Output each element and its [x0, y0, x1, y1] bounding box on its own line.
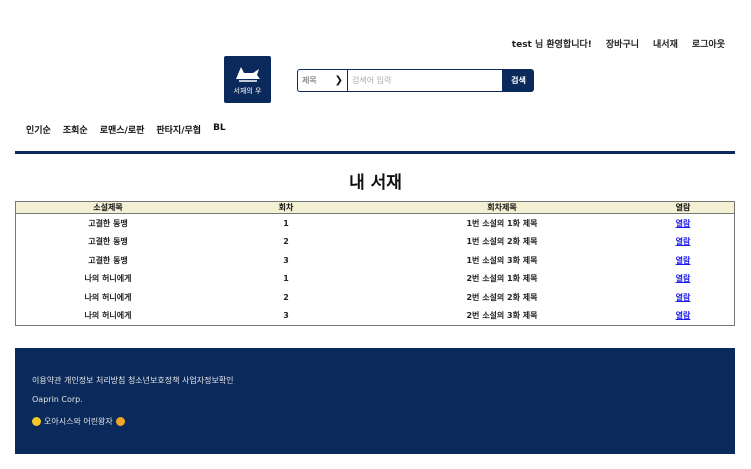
- nav-romance[interactable]: 로맨스/로판: [100, 123, 145, 136]
- footer-links[interactable]: 이용약관 개인정보 처리방침 청소년보호정책 사업자정보확인: [32, 375, 234, 386]
- fox-logo-icon: [235, 67, 260, 82]
- table-header-row: 소설제목 회차 회차제목 열람: [15, 201, 735, 214]
- col-view: 열람: [632, 201, 735, 214]
- footer-credit: 오아시스와 어린왕자: [32, 416, 125, 427]
- novel-title: 나의 허니에게: [84, 311, 132, 321]
- nav-bl[interactable]: BL: [213, 123, 226, 136]
- my-library-link[interactable]: 내서재: [653, 37, 678, 50]
- search-bar: 제목 ❯ 검색어 입력 검색: [297, 69, 534, 92]
- novel-title: 나의 허니에게: [84, 292, 132, 302]
- novel-title: 고결한 동맹: [88, 255, 128, 265]
- table-row: 고결한 동맹 2 1번 소설의 2화 제목 열람: [16, 233, 735, 252]
- episode-number: 2: [283, 237, 289, 247]
- view-link[interactable]: 열람: [676, 237, 691, 246]
- table-row: 나의 허니에게 2 2번 소설의 2화 제목 열람: [16, 288, 735, 307]
- episode-title: 2번 소설의 3화 제목: [466, 311, 538, 321]
- footer-corp: Oaprin Corp.: [32, 395, 83, 404]
- episode-title: 1번 소설의 3화 제목: [466, 255, 538, 265]
- search-input[interactable]: 검색어 입력: [347, 69, 503, 92]
- episode-number: 3: [283, 311, 289, 321]
- nav-fantasy[interactable]: 판타지/무협: [156, 123, 201, 136]
- episode-title: 1번 소설의 1화 제목: [466, 218, 538, 228]
- col-episode: 회차: [200, 201, 372, 214]
- episode-number: 1: [283, 218, 289, 228]
- novel-title: 고결한 동맹: [88, 218, 128, 228]
- logout-link[interactable]: 로그아웃: [692, 37, 725, 50]
- novel-title: 나의 허니에게: [84, 274, 132, 284]
- cat-face-icon: [115, 417, 125, 426]
- cart-link[interactable]: 장바구니: [606, 37, 639, 50]
- footer-credit-text: 오아시스와 어린왕자: [44, 417, 113, 426]
- episode-title: 1번 소설의 2화 제목: [466, 237, 538, 247]
- view-cell: 열람: [632, 307, 735, 326]
- view-cell: 열람: [632, 288, 735, 307]
- top-links: test 님 환영합니다! 장바구니 내서재 로그아웃: [512, 37, 725, 50]
- view-link[interactable]: 열람: [676, 256, 691, 265]
- episode-title: 2번 소설의 2화 제목: [466, 292, 538, 302]
- welcome-text: test 님 환영합니다!: [511, 40, 592, 50]
- site-logo[interactable]: 서재의 우: [224, 56, 271, 103]
- table-row: 나의 허니에게 1 2번 소설의 1화 제목 열람: [16, 270, 735, 289]
- search-button[interactable]: 검색: [503, 69, 534, 92]
- chevron-down-icon: ❯: [334, 75, 343, 86]
- view-link[interactable]: 열람: [676, 274, 691, 283]
- table-row: 고결한 동맹 3 1번 소설의 3화 제목 열람: [16, 251, 735, 270]
- page-title: 내 서재: [349, 173, 402, 193]
- view-cell: 열람: [632, 251, 735, 270]
- view-cell: 열람: [632, 233, 735, 252]
- table-row: 나의 허니에게 3 2번 소설의 3화 제목 열람: [16, 307, 735, 326]
- episode-title: 2번 소설의 1화 제목: [466, 274, 538, 284]
- nav-popular[interactable]: 인기순: [26, 123, 51, 136]
- footer: 이용약관 개인정보 처리방침 청소년보호정책 사업자정보확인 Oaprin Co…: [15, 348, 735, 454]
- episode-number: 1: [283, 274, 289, 284]
- col-episode-title: 회차제목: [372, 201, 632, 214]
- view-cell: 열람: [632, 270, 735, 289]
- nav-views[interactable]: 조회순: [63, 123, 88, 136]
- novel-title: 고결한 동맹: [88, 237, 128, 247]
- search-type-value: 제목: [302, 76, 317, 85]
- episode-number: 2: [283, 292, 289, 302]
- col-novel-title: 소설제목: [15, 201, 200, 214]
- header-divider: [15, 151, 735, 154]
- category-nav: 인기순 조회순 로맨스/로판 판타지/무협 BL: [26, 123, 226, 136]
- view-link[interactable]: 열람: [676, 219, 691, 228]
- library-table: 소설제목 회차 회차제목 열람 고결한 동맹 1 1번 소설의 1화 제목 열람…: [15, 201, 735, 326]
- circle-icon: [32, 417, 41, 426]
- episode-number: 3: [283, 255, 289, 265]
- view-link[interactable]: 열람: [676, 293, 691, 302]
- view-link[interactable]: 열람: [676, 311, 691, 320]
- table-row: 고결한 동맹 1 1번 소설의 1화 제목 열람: [16, 214, 735, 233]
- search-type-select[interactable]: 제목 ❯: [297, 69, 347, 92]
- logo-text: 서재의 우: [233, 87, 262, 95]
- view-cell: 열람: [632, 214, 735, 233]
